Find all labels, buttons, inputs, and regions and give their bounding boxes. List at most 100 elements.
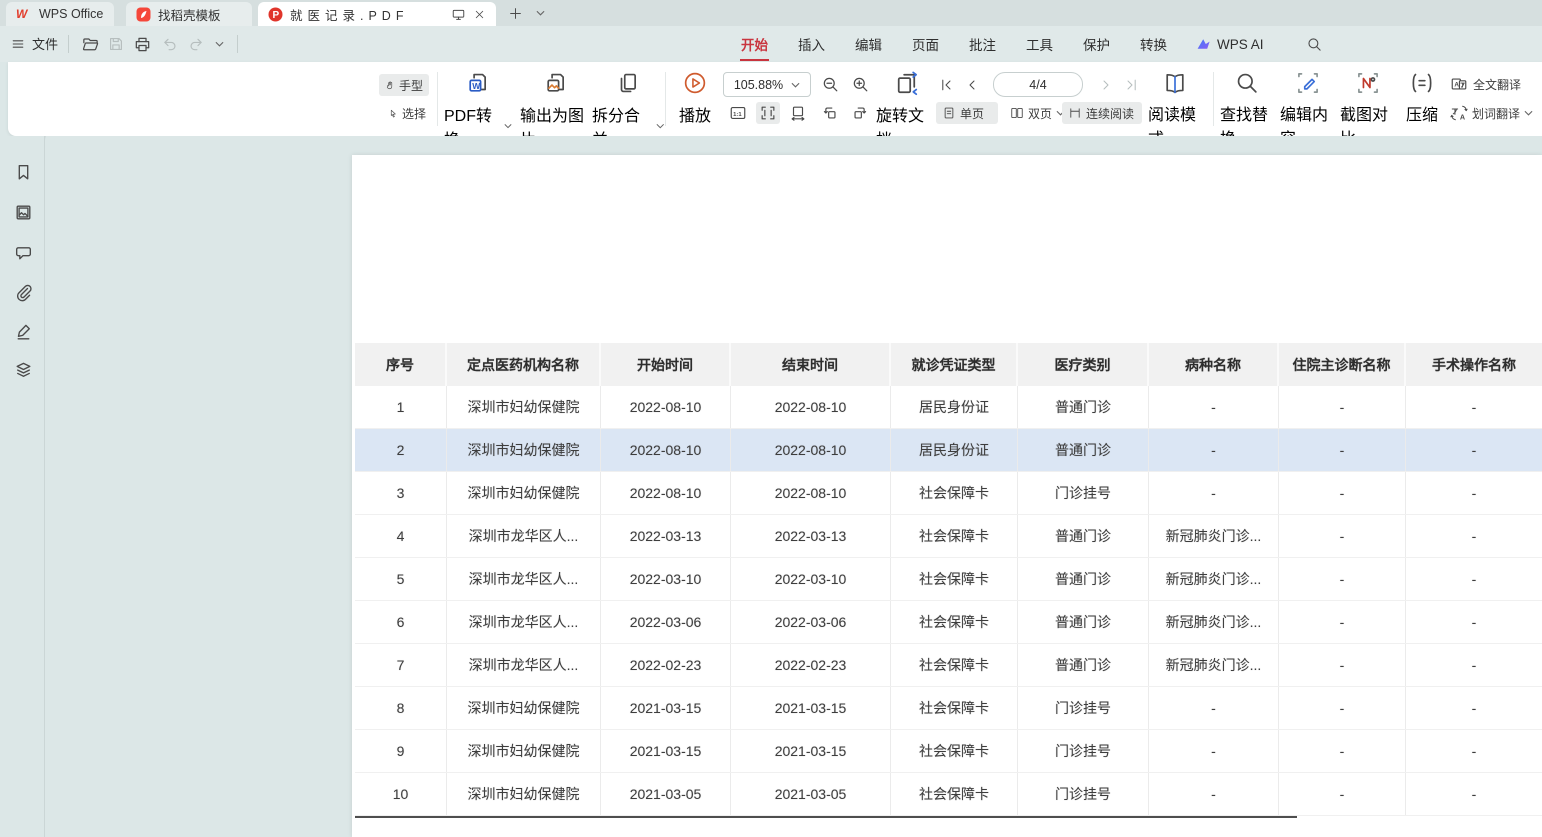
pdf-file-icon: P bbox=[268, 7, 283, 22]
fit-page-button[interactable] bbox=[786, 102, 810, 124]
document-canvas[interactable]: 序号定点医药机构名称开始时间结束时间就诊凭证类型医疗类别病种名称住院主诊断名称手… bbox=[46, 136, 1542, 837]
menu-bar: 文件 开始 插入 编辑 页面 批注 工具 保护 bbox=[0, 26, 1542, 62]
table-cell: 门诊挂号 bbox=[1018, 687, 1149, 729]
double-page-icon bbox=[1010, 106, 1024, 120]
new-tab-icon bbox=[508, 6, 523, 21]
first-page-icon bbox=[938, 77, 954, 93]
rotate-right-button[interactable] bbox=[848, 102, 872, 124]
tab-list-dropdown[interactable] bbox=[530, 3, 550, 23]
comments-panel-button[interactable] bbox=[11, 240, 35, 264]
tab-wps-office[interactable]: W WPS Office bbox=[6, 2, 114, 26]
chevron-down-icon bbox=[536, 10, 545, 16]
table-cell: 新冠肺炎门诊... bbox=[1149, 644, 1279, 686]
cursor-icon bbox=[388, 106, 398, 121]
open-button[interactable] bbox=[78, 33, 102, 55]
hand-icon bbox=[385, 78, 395, 93]
file-menu-label: 文件 bbox=[32, 34, 58, 53]
double-page-button[interactable]: 双页 bbox=[1006, 102, 1070, 124]
table-cell: 居民身份证 bbox=[891, 429, 1018, 471]
layers-icon bbox=[13, 360, 34, 381]
table-header-cell: 序号 bbox=[355, 343, 447, 386]
screenshot-compare-icon bbox=[1355, 70, 1381, 96]
divider bbox=[1213, 72, 1214, 126]
first-page-button[interactable] bbox=[936, 74, 956, 96]
hand-tool-button[interactable]: 手型 bbox=[379, 74, 429, 96]
bookmark-icon bbox=[13, 162, 34, 183]
tab-docer[interactable]: 找稻壳模板 bbox=[126, 2, 252, 26]
word-translation-button[interactable]: A 划词翻译 bbox=[1450, 102, 1533, 124]
menu-item-home[interactable]: 开始 bbox=[740, 25, 769, 63]
rotate-right-icon bbox=[851, 104, 869, 122]
new-tab-button[interactable] bbox=[505, 3, 525, 23]
save-button[interactable] bbox=[104, 33, 128, 55]
rotate-document-icon bbox=[894, 70, 921, 97]
zoom-in-button[interactable] bbox=[848, 73, 872, 95]
last-page-icon bbox=[1124, 77, 1140, 93]
menu-item-protect[interactable]: 保护 bbox=[1082, 25, 1111, 63]
select-tool-label: 选择 bbox=[402, 105, 426, 122]
divider bbox=[237, 35, 238, 53]
table-cell: - bbox=[1406, 386, 1542, 428]
tab-document-active[interactable]: P 就医记录.PDF bbox=[258, 2, 496, 26]
menu-item-annotate[interactable]: 批注 bbox=[968, 25, 997, 63]
table-header-cell: 开始时间 bbox=[601, 343, 731, 386]
monitor-icon[interactable] bbox=[451, 7, 466, 22]
page-number-input[interactable]: 4/4 bbox=[993, 72, 1083, 97]
tab-strip: W WPS Office 找稻壳模板 P 就医记录.PDF bbox=[0, 0, 1542, 26]
table-cell: 深圳市龙华区人... bbox=[447, 601, 601, 643]
redo-button[interactable] bbox=[184, 33, 208, 55]
menu-item-convert[interactable]: 转换 bbox=[1139, 25, 1168, 63]
table-cell: 3 bbox=[355, 472, 447, 514]
table-cell: 社会保障卡 bbox=[891, 730, 1018, 772]
zoom-level-select[interactable]: 105.88% bbox=[723, 72, 811, 97]
signature-panel-button[interactable] bbox=[11, 319, 35, 343]
actual-size-button[interactable]: 1:1 bbox=[726, 102, 750, 124]
table-cell: 2022-08-10 bbox=[731, 386, 891, 428]
last-page-button[interactable] bbox=[1122, 74, 1142, 96]
table-cell: - bbox=[1279, 730, 1406, 772]
table-cell: 社会保障卡 bbox=[891, 515, 1018, 557]
next-page-button[interactable] bbox=[1096, 74, 1116, 96]
svg-text:W: W bbox=[472, 81, 480, 91]
menu-item-tools[interactable]: 工具 bbox=[1025, 25, 1054, 63]
file-menu-button[interactable]: 文件 bbox=[10, 34, 58, 53]
menu-search-button[interactable] bbox=[1306, 36, 1323, 53]
double-page-label: 双页 bbox=[1028, 105, 1052, 122]
table-cell: 2022-03-06 bbox=[601, 601, 731, 643]
table-bottom-border bbox=[355, 816, 1297, 818]
thumbnails-panel-button[interactable] bbox=[11, 200, 35, 224]
continuous-reading-button[interactable]: 连续阅读 bbox=[1062, 102, 1142, 124]
previous-page-button[interactable] bbox=[962, 74, 982, 96]
quickbar-dropdown[interactable] bbox=[210, 33, 228, 55]
svg-text:P: P bbox=[273, 10, 284, 21]
undo-button[interactable] bbox=[158, 33, 182, 55]
menu-item-wps-ai[interactable]: WPS AI bbox=[1196, 37, 1264, 52]
menu-item-page[interactable]: 页面 bbox=[911, 25, 940, 63]
table-cell: 9 bbox=[355, 730, 447, 772]
table-cell: 社会保障卡 bbox=[891, 687, 1018, 729]
table-cell: 新冠肺炎门诊... bbox=[1149, 558, 1279, 600]
attachments-panel-button[interactable] bbox=[11, 280, 35, 304]
fit-width-button[interactable] bbox=[756, 102, 780, 124]
table-cell: - bbox=[1149, 730, 1279, 772]
print-button[interactable] bbox=[130, 33, 154, 55]
layers-panel-button[interactable] bbox=[11, 358, 35, 382]
compress-button[interactable]: 压缩 bbox=[1402, 70, 1442, 125]
table-row: 9深圳市妇幼保健院2021-03-152021-03-15社会保障卡门诊挂号--… bbox=[355, 730, 1542, 773]
select-tool-button[interactable]: 选择 bbox=[382, 102, 432, 124]
chevron-down-icon bbox=[656, 123, 665, 129]
menu-item-insert[interactable]: 插入 bbox=[797, 25, 826, 63]
menu-item-edit[interactable]: 编辑 bbox=[854, 25, 883, 63]
single-page-button[interactable]: 单页 bbox=[936, 102, 998, 124]
bookmarks-panel-button[interactable] bbox=[11, 160, 35, 184]
rotate-left-button[interactable] bbox=[818, 102, 842, 124]
full-translation-button[interactable]: A 全文翻译 bbox=[1450, 73, 1521, 95]
zoom-out-button[interactable] bbox=[818, 73, 842, 95]
table-cell: 新冠肺炎门诊... bbox=[1149, 601, 1279, 643]
play-button[interactable]: 播放 bbox=[674, 70, 716, 126]
search-icon bbox=[1306, 36, 1323, 53]
table-cell: 门诊挂号 bbox=[1018, 472, 1149, 514]
close-icon[interactable] bbox=[473, 8, 486, 21]
table-cell: 2021-03-15 bbox=[731, 687, 891, 729]
table-cell: 门诊挂号 bbox=[1018, 730, 1149, 772]
